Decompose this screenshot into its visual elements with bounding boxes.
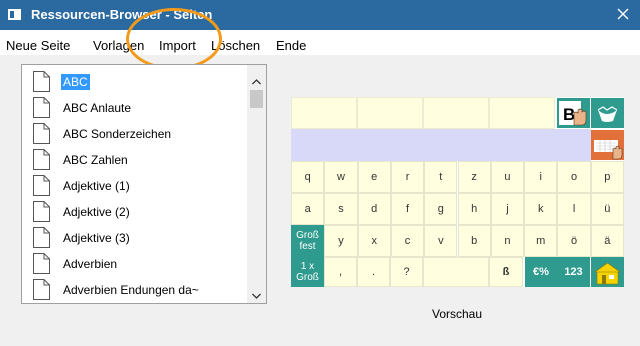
list-item-label: Adjektive (2) (63, 205, 130, 219)
list-item[interactable]: Adjektive (1) (22, 173, 247, 199)
page-list[interactable]: ABC ABC Anlaute ABC Sonderzeichen ABC Zahle… (21, 64, 267, 304)
letter-key: w (324, 161, 358, 193)
scrollbar-thumb[interactable] (250, 90, 263, 108)
menu-vorlagen[interactable]: Vorlagen (93, 38, 144, 53)
document-icon (33, 175, 50, 196)
document-icon (33, 149, 50, 170)
space-key (423, 257, 489, 287)
output-band (291, 129, 591, 161)
fan-icon (591, 98, 624, 128)
letter-key: ? (390, 257, 423, 287)
document-icon (33, 279, 50, 300)
text-field-segment (291, 97, 357, 129)
text-field-segment (423, 97, 489, 129)
list-item-label: Adjektive (1) (63, 179, 130, 193)
keyboard-preview: B qwertzuiop asdfghjklü Groß fest yxcvbnm… (291, 97, 624, 287)
letter-key: c (390, 225, 425, 257)
document-icon (33, 253, 50, 274)
letter-key: b (457, 225, 491, 257)
list-item-label: Adverbien Endungen da~ (63, 283, 199, 297)
letter-key: a (291, 193, 325, 225)
scroll-up-arrow-icon[interactable] (251, 76, 262, 86)
house-icon (591, 257, 624, 287)
vertical-scrollbar[interactable] (247, 65, 266, 303)
menu-neue-seite[interactable]: Neue Seite (6, 38, 70, 53)
letter-key: ü (590, 193, 624, 225)
app-icon (8, 9, 21, 20)
scroll-down-arrow-icon[interactable] (251, 290, 262, 300)
letter-key: s (324, 193, 358, 225)
text-field-segment (489, 97, 555, 129)
preview-label: Vorschau (432, 307, 483, 321)
symbols-key: €% (525, 257, 557, 287)
document-icon (33, 201, 50, 222)
letter-key: g (424, 193, 458, 225)
document-icon (33, 227, 50, 248)
shift-once-key: 1 x Groß (291, 257, 324, 287)
letter-key: d (357, 193, 391, 225)
letter-key: , (324, 257, 357, 287)
letter-key: f (390, 193, 425, 225)
list-item-label: ABC Anlaute (63, 101, 132, 115)
letter-key: z (457, 161, 491, 193)
list-item[interactable]: ABC Sonderzeichen (22, 121, 247, 147)
letter-key: ö (557, 225, 591, 257)
letter-key: . (357, 257, 390, 287)
document-icon (33, 97, 50, 118)
list-item[interactable]: ABC Anlaute (22, 95, 247, 121)
close-icon[interactable] (614, 5, 632, 23)
letter-key: i (524, 161, 558, 193)
letter-key: h (457, 193, 491, 225)
menu-bar: Neue Seite Vorlagen Import Löschen Ende (0, 30, 640, 55)
list-item[interactable]: Adverbien (22, 251, 247, 277)
text-field-segment (357, 97, 423, 129)
list-item-label: Adjektive (3) (63, 231, 130, 245)
letter-key: x (357, 225, 391, 257)
list-item[interactable]: ABC (22, 69, 247, 95)
caps-lock-key: Groß fest (291, 225, 324, 257)
page-list-items: ABC ABC Anlaute ABC Sonderzeichen ABC Zahle… (22, 65, 247, 303)
list-item-label: Adverbien (63, 257, 118, 271)
letter-key-eszett: ß (489, 257, 523, 287)
letter-key: k (524, 193, 558, 225)
letter-key: y (324, 225, 358, 257)
letter-key: e (357, 161, 391, 193)
hand-pointer-icon: B (557, 98, 590, 128)
keyboard-icon (591, 130, 624, 160)
letter-key: v (424, 225, 458, 257)
letter-key: ä (590, 225, 624, 257)
list-item-label: ABC Sonderzeichen (63, 127, 172, 141)
list-item[interactable]: ABC Zahlen (22, 147, 247, 173)
list-item[interactable]: Adjektive (3) (22, 225, 247, 251)
list-item[interactable]: Adjektive (2) (22, 199, 247, 225)
svg-text:B: B (563, 105, 575, 124)
list-item[interactable]: Adverbien Endungen da~ (22, 277, 247, 303)
letter-key: o (557, 161, 591, 193)
menu-loeschen[interactable]: Löschen (211, 38, 260, 53)
list-item-label: ABC Zahlen (63, 153, 128, 167)
letter-key: u (490, 161, 525, 193)
numbers-key: 123 (557, 257, 590, 287)
letter-key: q (291, 161, 325, 193)
letter-key: m (524, 225, 558, 257)
list-item-label: ABC (61, 74, 90, 90)
document-icon (33, 71, 50, 92)
title-bar: Ressourcen-Browser - Seiten (0, 0, 640, 30)
window-title: Ressourcen-Browser - Seiten (31, 7, 213, 22)
document-icon (33, 123, 50, 144)
letter-key: p (590, 161, 624, 193)
letter-key: j (490, 193, 525, 225)
letter-key: r (390, 161, 425, 193)
letter-key: n (490, 225, 525, 257)
letter-key: l (557, 193, 591, 225)
menu-import[interactable]: Import (159, 38, 196, 53)
menu-ende[interactable]: Ende (276, 38, 306, 53)
letter-key: t (424, 161, 458, 193)
